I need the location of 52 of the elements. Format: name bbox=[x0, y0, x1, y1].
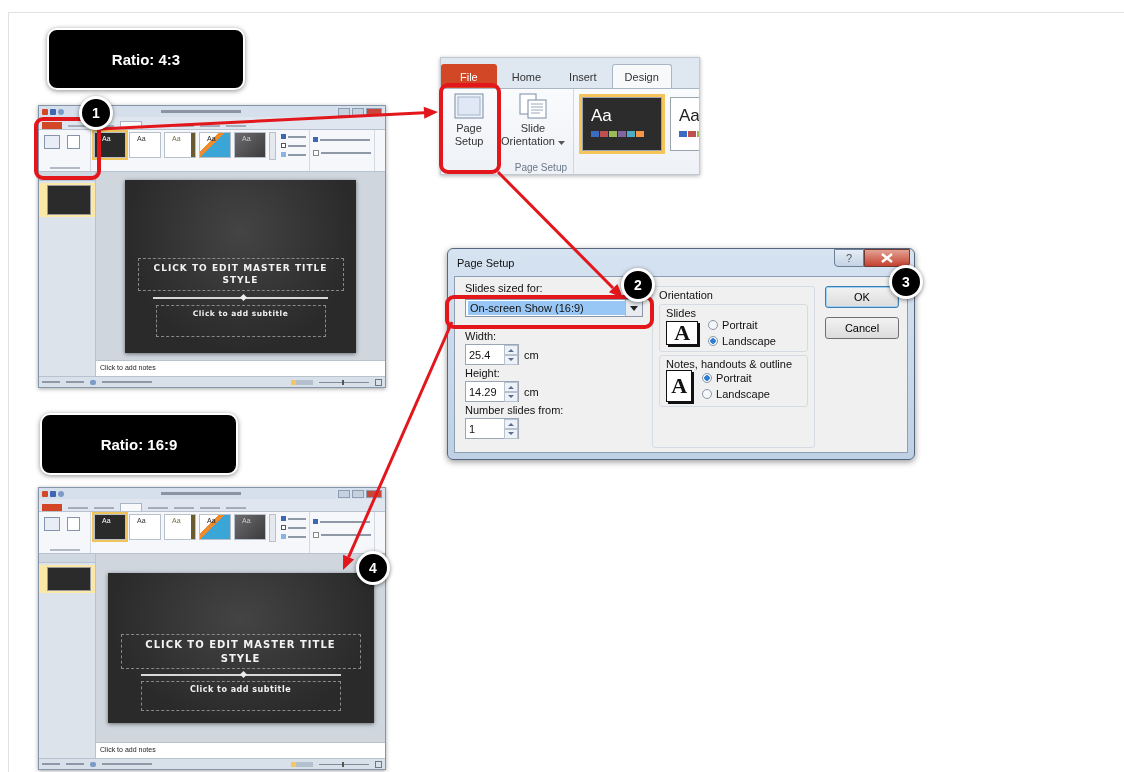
spin-field[interactable]: 14.29 bbox=[465, 381, 519, 402]
slide-thumbnail[interactable] bbox=[39, 565, 95, 593]
group-title: Slides bbox=[666, 307, 697, 319]
ribbon-tab[interactable]: Design bbox=[611, 64, 672, 88]
page-setup-button[interactable]: Page Setup bbox=[443, 91, 495, 162]
ok-button[interactable]: OK bbox=[825, 286, 899, 308]
theme-thumbnail[interactable]: Aa bbox=[670, 97, 699, 151]
unit-label: cm bbox=[524, 348, 539, 361]
radio-option[interactable]: Portrait bbox=[702, 372, 770, 384]
subtitle-input-box[interactable]: Click to add subtitle bbox=[140, 681, 341, 711]
highlight-frame bbox=[34, 117, 101, 180]
ratio-label: Ratio: 4:3 bbox=[47, 28, 245, 90]
field-label: Slides sized for: bbox=[465, 282, 543, 294]
field-label: Number slides from: bbox=[465, 404, 564, 416]
spin-field[interactable]: 25.4 bbox=[465, 344, 519, 365]
spin-field[interactable]: 1 bbox=[465, 418, 519, 439]
caret-icon bbox=[557, 140, 565, 145]
group-label: Page Setup bbox=[514, 162, 567, 173]
page-frame-icon bbox=[454, 93, 484, 119]
spin-arrows-icon[interactable] bbox=[504, 381, 518, 402]
ribbon-tab[interactable]: Home bbox=[498, 64, 555, 88]
group-title: Notes, handouts & outline bbox=[666, 358, 793, 370]
pages-icon bbox=[518, 93, 548, 119]
radio-option[interactable]: Portrait bbox=[708, 319, 776, 331]
group-title: Orientation bbox=[659, 289, 714, 301]
ratio-label: Ratio: 16:9 bbox=[40, 413, 238, 475]
page-icon: A bbox=[666, 370, 693, 402]
slide-thumbnail[interactable] bbox=[39, 183, 95, 217]
title-input-box[interactable]: CLICK TO EDIT MASTER TITLE STYLE bbox=[120, 634, 361, 669]
theme-thumbnail[interactable]: Aa bbox=[582, 97, 662, 151]
theme-options-drawing bbox=[281, 132, 306, 157]
field-label: Height: bbox=[465, 367, 500, 379]
ribbon-tab[interactable]: Insert bbox=[556, 64, 610, 88]
step-number: 3 bbox=[889, 265, 923, 299]
spin-arrows-icon[interactable] bbox=[504, 418, 518, 439]
page-icon: A bbox=[666, 321, 699, 345]
step-number: 1 bbox=[79, 96, 113, 130]
unit-label: cm bbox=[524, 385, 539, 398]
dropdown-arrow-icon bbox=[630, 305, 638, 311]
slide-orientation-button[interactable]: Slide Orientation bbox=[497, 91, 569, 162]
dialog-title: Page Setup bbox=[456, 256, 516, 269]
close-button[interactable] bbox=[864, 249, 910, 267]
theme-options-drawing bbox=[281, 514, 306, 539]
radio-option[interactable]: Landscape bbox=[708, 335, 776, 347]
spin-arrows-icon[interactable] bbox=[504, 344, 518, 365]
field-label: Width: bbox=[465, 330, 497, 342]
close-icon bbox=[881, 253, 893, 263]
cancel-button[interactable]: Cancel bbox=[825, 317, 899, 339]
help-button[interactable]: ? bbox=[834, 249, 864, 267]
radio-option[interactable]: Landscape bbox=[702, 388, 770, 400]
slide-size-dropdown[interactable]: On-screen Show (16:9) bbox=[465, 299, 643, 317]
title-input-box[interactable]: CLICK TO EDIT MASTER TITLE STYLE bbox=[137, 258, 344, 291]
